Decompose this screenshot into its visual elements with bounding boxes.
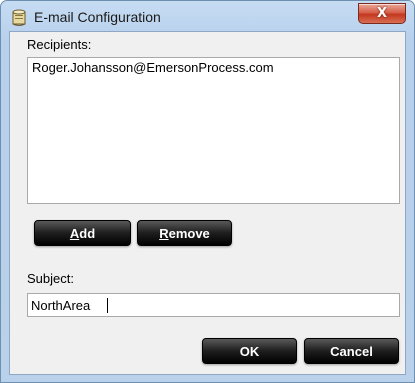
title-bar[interactable]: E-mail Configuration X xyxy=(1,1,414,31)
close-icon: X xyxy=(376,6,388,21)
database-icon xyxy=(11,9,27,26)
add-button[interactable]: Add xyxy=(34,220,131,246)
ok-button[interactable]: OK xyxy=(202,338,297,364)
recipients-list[interactable]: Roger.Johansson@EmersonProcess.com xyxy=(27,57,400,204)
remove-mnemonic: R xyxy=(159,225,169,241)
subject-input[interactable] xyxy=(31,295,391,315)
subject-input-box[interactable] xyxy=(27,293,400,317)
list-item[interactable]: Roger.Johansson@EmersonProcess.com xyxy=(32,60,274,75)
text-caret xyxy=(107,298,108,313)
remove-label-rest: emove xyxy=(168,225,210,241)
window-title: E-mail Configuration xyxy=(34,9,161,25)
add-mnemonic: A xyxy=(69,225,80,241)
add-label-rest: dd xyxy=(79,225,96,241)
cancel-button[interactable]: Cancel xyxy=(304,338,399,364)
recipients-label: Recipients: xyxy=(27,37,92,52)
close-button[interactable]: X xyxy=(358,3,406,24)
remove-button[interactable]: Remove xyxy=(137,220,232,246)
subject-label: Subject: xyxy=(27,271,74,286)
email-configuration-window: E-mail Configuration X Recipients: Roger… xyxy=(0,0,415,383)
